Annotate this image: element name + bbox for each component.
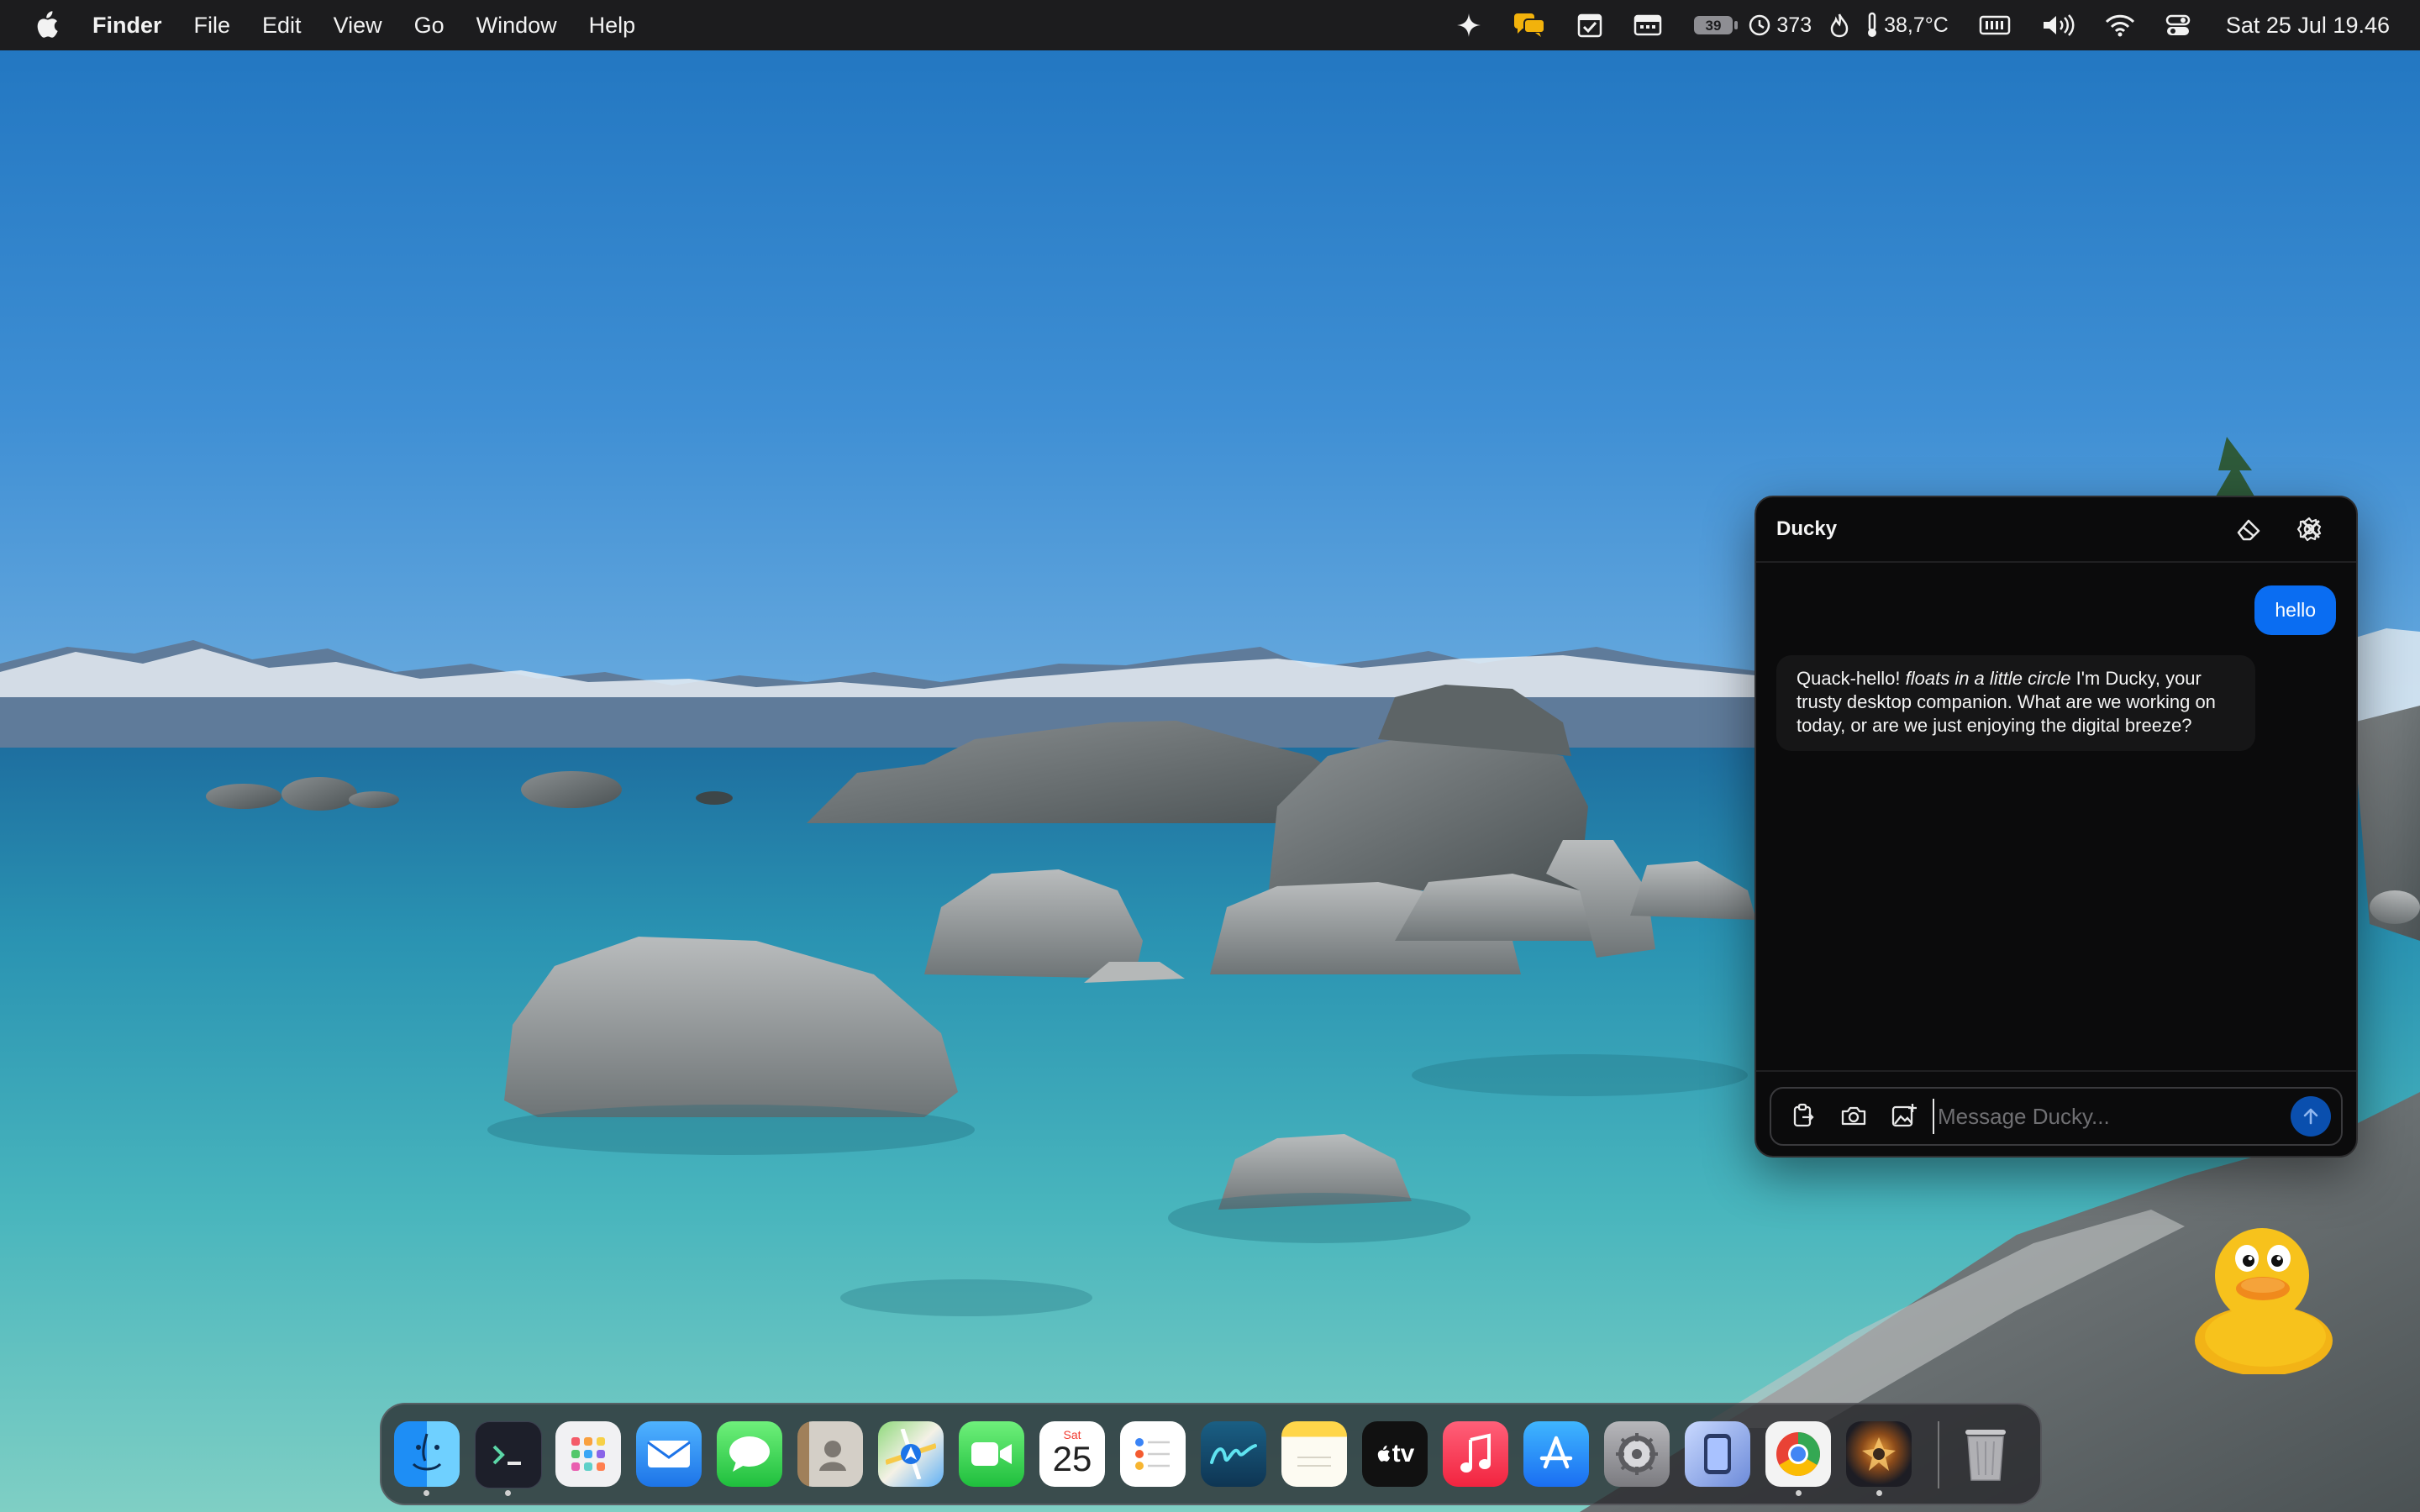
- dock-running-indicator: [424, 1490, 429, 1496]
- history-icon: [1749, 14, 1770, 36]
- menubar-clock[interactable]: Sat 25 Jul 19.46: [2226, 13, 2390, 39]
- menu-view[interactable]: View: [334, 13, 382, 39]
- clear-chat-eraser-icon[interactable]: [2233, 514, 2264, 544]
- tv-label: tv: [1392, 1440, 1415, 1467]
- chat-bubbles-icon[interactable]: [1512, 0, 1546, 50]
- dock-reminders-icon[interactable]: [1120, 1421, 1186, 1487]
- dock-running-indicator: [505, 1490, 511, 1496]
- dock-calendar-icon[interactable]: Sat 25: [1039, 1421, 1105, 1487]
- dock-launchpad-icon[interactable]: [555, 1421, 621, 1487]
- menu-app-name[interactable]: Finder: [92, 13, 162, 39]
- volume-icon[interactable]: [2041, 0, 2075, 50]
- memory-icon[interactable]: [1979, 0, 2011, 50]
- add-image-icon[interactable]: [1889, 1100, 1919, 1131]
- dock-trash-icon[interactable]: [1953, 1421, 2018, 1487]
- control-center-icon[interactable]: [2165, 0, 2191, 50]
- dock-terminal-icon[interactable]: [475, 1421, 542, 1488]
- camera-icon[interactable]: [1839, 1100, 1869, 1131]
- ducky-mascot-icon[interactable]: [2188, 1215, 2339, 1374]
- paste-clipboard-icon[interactable]: [1788, 1100, 1818, 1131]
- close-icon[interactable]: [2296, 514, 2326, 544]
- menu-file[interactable]: File: [194, 13, 231, 39]
- arrow-up-icon: [2303, 1108, 2318, 1125]
- flame-icon[interactable]: [1830, 0, 1849, 50]
- menu-go[interactable]: Go: [414, 13, 445, 39]
- message-list: hello Quack-hello! floats in a little ci…: [1756, 563, 2356, 1058]
- dock-iphone-mirroring-icon[interactable]: [1685, 1421, 1750, 1487]
- dock-finder-icon[interactable]: [394, 1421, 460, 1487]
- history-count: 373: [1776, 13, 1812, 37]
- dock-separator: [1938, 1421, 1939, 1488]
- assistant-message-bubble: Quack-hello! floats in a little circle I…: [1776, 655, 2255, 751]
- dock-apple-tv-icon[interactable]: tv: [1362, 1421, 1428, 1487]
- dock-facetime-icon[interactable]: [959, 1421, 1024, 1487]
- ducky-header: Ducky: [1756, 497, 2356, 563]
- assistant-message-prefix: Quack-hello!: [1797, 668, 1906, 689]
- dock-music-icon[interactable]: [1443, 1421, 1508, 1487]
- dock-app-store-icon[interactable]: [1523, 1421, 1589, 1487]
- checklist-icon[interactable]: [1576, 0, 1603, 50]
- composer-area: [1756, 1070, 2356, 1156]
- dock-messages-icon[interactable]: [717, 1421, 782, 1487]
- ducky-title: Ducky: [1776, 517, 1838, 540]
- history-counter[interactable]: 373: [1748, 0, 1812, 50]
- apple-logo-icon: [1377, 1445, 1390, 1462]
- menu-help[interactable]: Help: [589, 13, 636, 39]
- dock: Sat 25 tv: [380, 1403, 2042, 1505]
- dock-notes-icon[interactable]: [1281, 1421, 1347, 1487]
- assistant-message-action: floats in a little circle: [1905, 668, 2071, 689]
- dock-running-indicator: [1796, 1490, 1802, 1496]
- thermometer-icon: [1868, 12, 1877, 37]
- message-input[interactable]: [1933, 1099, 2275, 1134]
- battery-percent-label: 39: [1706, 18, 1722, 34]
- dock-running-indicator: [1876, 1490, 1882, 1496]
- calendar-strip-icon[interactable]: [1634, 0, 1662, 50]
- dock-contacts-icon[interactable]: [797, 1421, 863, 1487]
- wifi-icon[interactable]: [2105, 0, 2135, 50]
- dock-maps-icon[interactable]: [878, 1421, 944, 1487]
- user-message-bubble: hello: [2254, 585, 2336, 635]
- apple-menu-icon[interactable]: [32, 8, 60, 42]
- sparkle-icon[interactable]: [1455, 0, 1482, 50]
- ducky-chat-window: Ducky hello Quack-hello! floats in a lit…: [1754, 496, 2358, 1158]
- menu-window[interactable]: Window: [476, 13, 557, 39]
- dock-ducky-app-icon[interactable]: [1846, 1421, 1912, 1487]
- menu-edit[interactable]: Edit: [262, 13, 302, 39]
- dock-chrome-icon[interactable]: [1765, 1421, 1831, 1487]
- message-composer: [1770, 1087, 2343, 1146]
- calendar-date: 25: [1052, 1439, 1092, 1478]
- dock-system-settings-icon[interactable]: [1604, 1421, 1670, 1487]
- menu-bar: Finder File Edit View Go Window Help 39 …: [0, 0, 2420, 50]
- battery-icon[interactable]: 39: [1692, 0, 1739, 50]
- temperature-value: 38,7°C: [1884, 13, 1949, 37]
- temperature-readout[interactable]: 38,7°C: [1865, 0, 1949, 50]
- dock-freeform-icon[interactable]: [1201, 1421, 1266, 1487]
- send-button[interactable]: [2291, 1096, 2331, 1137]
- dock-mail-icon[interactable]: [636, 1421, 702, 1487]
